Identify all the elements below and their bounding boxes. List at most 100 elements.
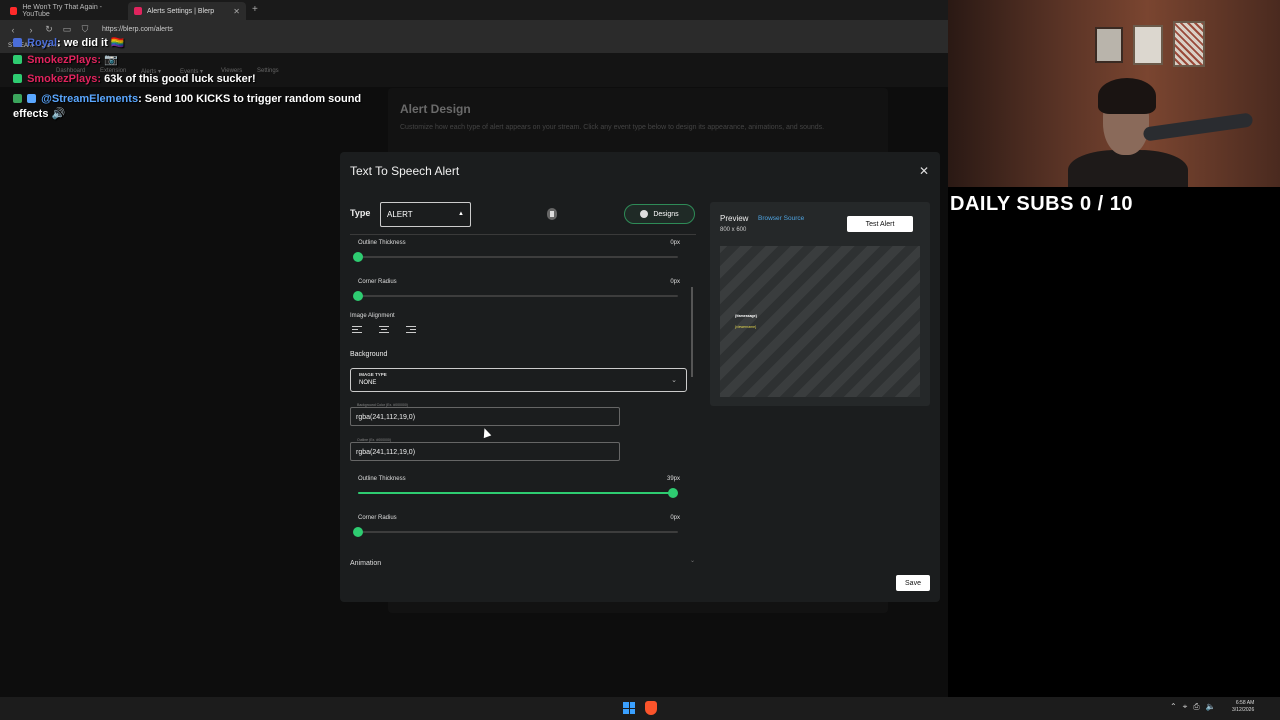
image-type-value: NONE [359, 380, 377, 386]
corner-radius-slider[interactable] [358, 295, 678, 297]
bg-corner-radius-value: 0px [670, 515, 680, 521]
preview-size: 800 x 600 [720, 227, 747, 233]
background-color-label: Background Color (Ex. #000000) [356, 403, 409, 407]
page-title: Alert Design [400, 102, 471, 116]
background-color-value: rgba(241,112,19,0) [356, 414, 416, 421]
stream-overlay: DAILY SUBS 0 / 10 [948, 0, 1280, 697]
chat-separator: : [97, 54, 102, 66]
bg-outline-thickness-fill [358, 492, 673, 494]
system-tray[interactable]: ⌃⌖⎙🔈 [1170, 702, 1222, 712]
badge-icon [13, 74, 22, 83]
chat-text: 63k of this good luck sucker! [104, 73, 256, 85]
chat-message: SmokezPlays: 63k of this good luck sucke… [13, 72, 256, 87]
windows-start-icon[interactable] [623, 702, 635, 714]
browser-source-link[interactable]: Browser Source [758, 215, 804, 222]
brave-shield-icon[interactable]: ⛉ [80, 24, 90, 35]
designs-button[interactable]: Designs [624, 204, 695, 224]
bg-outline-thickness-label: Outline Thickness [358, 476, 406, 482]
outline-thickness-thumb[interactable] [353, 252, 363, 262]
scrollbar[interactable] [691, 287, 693, 377]
image-type-select[interactable]: IMAGE TYPE NONE ⌄ [350, 368, 687, 392]
page-description: Customize how each type of alert appears… [400, 124, 825, 131]
outline-thickness-label: Outline Thickness [358, 240, 406, 246]
tab-label: Alerts Settings | Blerp [147, 7, 215, 15]
outline-color-value: rgba(241,112,19,0) [356, 449, 416, 456]
brave-browser-icon[interactable] [645, 701, 657, 715]
preview-panel: Preview Browser Source 800 x 600 Test Al… [710, 202, 930, 406]
wall-art-picture [1095, 27, 1123, 63]
streamer-body [1068, 150, 1188, 187]
align-left-icon[interactable] [352, 326, 362, 335]
url-field[interactable]: https://blerp.com/alerts [102, 26, 173, 33]
settings-scroll-area[interactable]: Outline Thickness 0px Corner Radius 0px … [350, 234, 696, 566]
align-center-icon[interactable] [379, 326, 389, 335]
badge-icon [27, 94, 37, 103]
image-alignment-label: Image Alignment [350, 313, 395, 319]
preview-canvas: {ttsmessage} {viewername} [720, 246, 920, 397]
align-right-icon[interactable] [406, 326, 416, 335]
corner-radius-thumb[interactable] [353, 291, 363, 301]
test-alert-button[interactable]: Test Alert [847, 216, 913, 232]
tab-blerp[interactable]: Alerts Settings | Blerp ✕ [128, 2, 246, 20]
back-icon[interactable]: ‹ [8, 25, 18, 35]
palette-icon [640, 210, 649, 218]
chat-message: SmokezPlays: 📷 [13, 53, 118, 68]
chat-separator: : [57, 37, 61, 49]
blerp-icon [134, 7, 142, 15]
background-color-field[interactable]: Background Color (Ex. #000000) rgba(241,… [350, 403, 620, 426]
save-button[interactable]: Save [896, 575, 930, 591]
preview-title: Preview [720, 214, 749, 223]
daily-subs-goal: DAILY SUBS 0 / 10 [950, 193, 1134, 215]
badge-icon [13, 38, 22, 47]
streamer-hair [1098, 78, 1156, 114]
type-value: ALERT [387, 210, 413, 219]
close-icon[interactable]: ✕ [919, 164, 929, 178]
bookmark-icon[interactable]: ▭ [62, 24, 72, 35]
chat-user: Royal [27, 37, 58, 49]
chat-message: Royal: we did it 🏳️‍🌈 [13, 36, 125, 51]
designs-label: Designs [653, 210, 679, 218]
modal-title: Text To Speech Alert [350, 164, 460, 178]
bg-corner-radius-slider[interactable] [358, 531, 678, 533]
chat-separator: : [138, 93, 142, 105]
tab-youtube[interactable]: He Won't Try That Again - YouTube [4, 2, 128, 20]
new-tab-button[interactable]: + [252, 4, 258, 15]
tab-bar: He Won't Try That Again - YouTube Alerts… [0, 0, 948, 20]
outline-thickness-value: 0px [670, 240, 680, 246]
tts-alert-modal: Text To Speech Alert ✕ Type ALERT ▲ Desi… [340, 152, 940, 602]
bg-outline-thickness-value: 39px [666, 476, 680, 482]
chat-user: SmokezPlays [27, 54, 98, 66]
wall-art-picture [1173, 21, 1205, 67]
outline-thickness-slider[interactable] [358, 256, 678, 258]
microphone-arm [1142, 112, 1254, 142]
chat-separator: : [97, 73, 102, 85]
chat-text: we did it 🏳️‍🌈 [63, 37, 125, 49]
animation-heading[interactable]: Animation [350, 560, 381, 567]
clock[interactable]: 6:58 AM 3/12/2026 [1232, 700, 1254, 714]
chat-user: @StreamElements [41, 93, 139, 105]
corner-radius-value: 0px [670, 279, 680, 285]
preview-message: {ttsmessage} [735, 314, 757, 318]
chevron-down-icon: ⌄ [671, 377, 677, 384]
bg-corner-radius-thumb[interactable] [353, 527, 363, 537]
wall-art-picture [1133, 25, 1163, 65]
reload-icon[interactable]: ↻ [44, 24, 54, 35]
preview-viewer-name: {viewername} [735, 325, 757, 329]
nav-settings[interactable]: Settings [257, 68, 279, 74]
trash-icon[interactable] [547, 208, 557, 220]
background-heading: Background [350, 351, 388, 358]
chevron-down-icon[interactable]: ⌄ [690, 557, 695, 564]
outline-color-field[interactable]: Outline (Ex. #000000) rgba(241,112,19,0) [350, 438, 620, 461]
type-select[interactable]: ALERT ▲ [380, 202, 471, 227]
taskbar: ⌃⌖⎙🔈 6:58 AM 3/12/2026 [0, 697, 1280, 720]
chat-text: 📷 [104, 54, 118, 66]
youtube-icon [10, 7, 18, 15]
corner-radius-label: Corner Radius [358, 279, 397, 285]
forward-icon[interactable]: › [26, 25, 36, 35]
caret-up-icon: ▲ [458, 211, 464, 217]
bg-corner-radius-label: Corner Radius [358, 515, 397, 521]
clock-date: 3/12/2026 [1232, 707, 1255, 713]
bg-outline-thickness-thumb[interactable] [668, 488, 678, 498]
tab-close-icon[interactable]: ✕ [233, 7, 240, 16]
chat-message: @StreamElements: Send 100 KICKS to trigg… [13, 92, 373, 122]
